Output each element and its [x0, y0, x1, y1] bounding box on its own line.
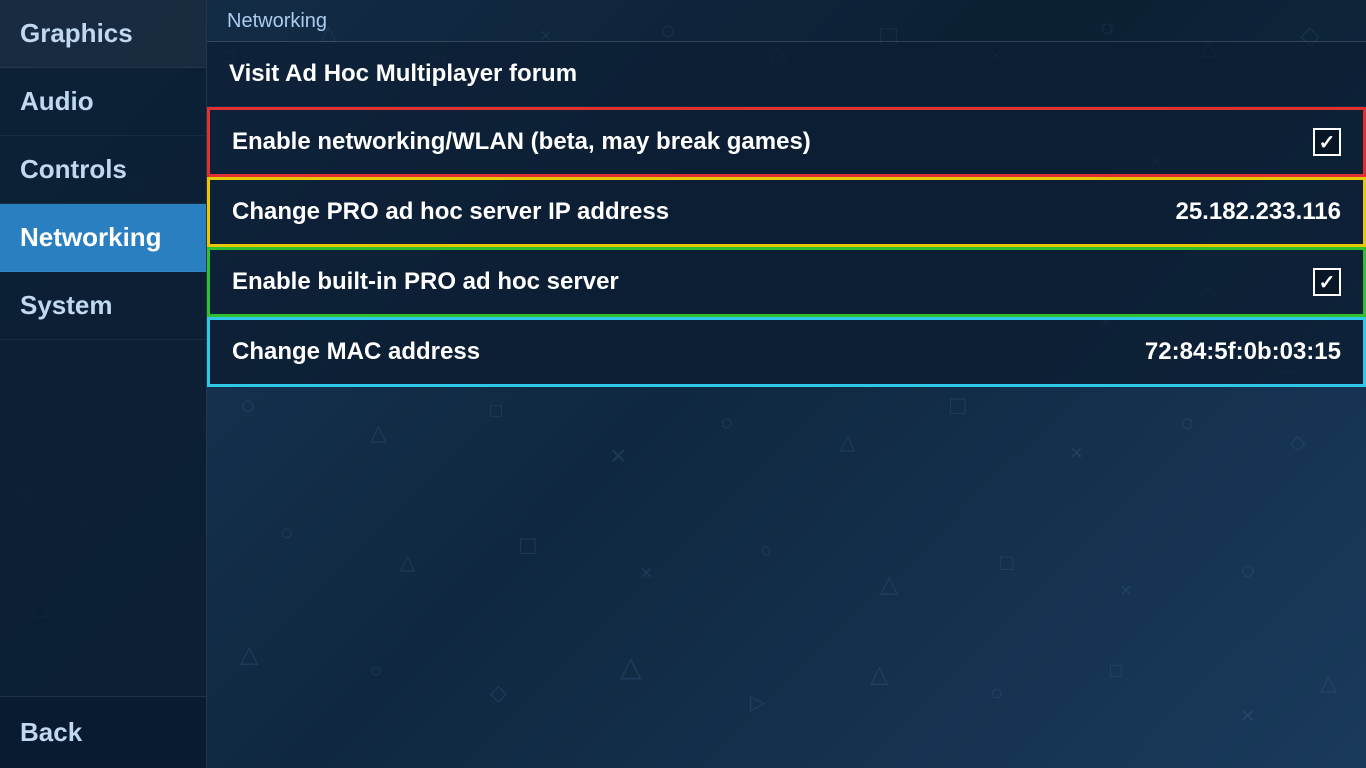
mac-address-value: 72:84:5f:0b:03:15 [1145, 338, 1341, 366]
builtin-server-label: Enable built-in PRO ad hoc server [232, 268, 1293, 296]
sidebar-item-graphics[interactable]: Graphics [0, 0, 206, 68]
mac-address-label: Change MAC address [232, 338, 1125, 366]
menu-item-mac-address[interactable]: Change MAC address 72:84:5f:0b:03:15 [207, 317, 1366, 387]
pro-ip-label: Change PRO ad hoc server IP address [232, 198, 1155, 226]
menu-item-pro-ip[interactable]: Change PRO ad hoc server IP address 25.1… [207, 177, 1366, 247]
sidebar: Graphics Audio Controls Networking Syste… [0, 0, 207, 768]
sidebar-item-networking[interactable]: Networking [0, 204, 206, 272]
sidebar-item-controls[interactable]: Controls [0, 136, 206, 204]
menu-item-enable-networking[interactable]: Enable networking/WLAN (beta, may break … [207, 107, 1366, 177]
enable-networking-label: Enable networking/WLAN (beta, may break … [232, 128, 1293, 156]
sidebar-item-system[interactable]: System [0, 272, 206, 340]
builtin-server-checkbox[interactable] [1313, 268, 1341, 296]
section-title: Networking [207, 0, 1366, 42]
menu-list: Visit Ad Hoc Multiplayer forum Enable ne… [207, 42, 1366, 387]
back-button[interactable]: Back [0, 696, 206, 768]
sidebar-item-audio[interactable]: Audio [0, 68, 206, 136]
enable-networking-checkbox[interactable] [1313, 128, 1341, 156]
adhoc-forum-label: Visit Ad Hoc Multiplayer forum [229, 60, 1344, 88]
pro-ip-value: 25.182.233.116 [1175, 198, 1341, 226]
menu-item-adhoc-forum[interactable]: Visit Ad Hoc Multiplayer forum [207, 42, 1366, 107]
menu-item-builtin-server[interactable]: Enable built-in PRO ad hoc server [207, 247, 1366, 317]
main-content: Networking Visit Ad Hoc Multiplayer foru… [207, 0, 1366, 768]
